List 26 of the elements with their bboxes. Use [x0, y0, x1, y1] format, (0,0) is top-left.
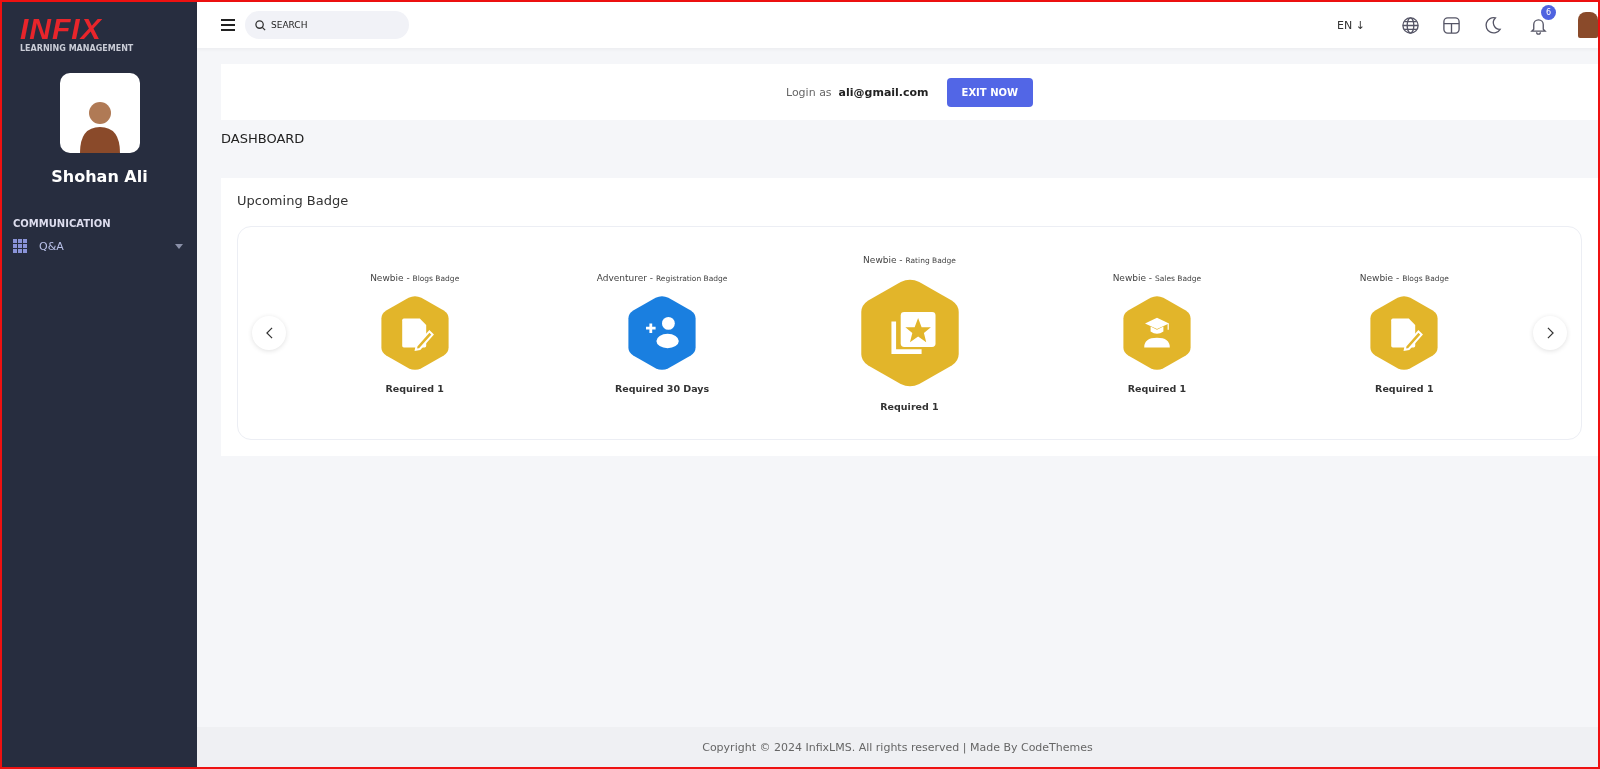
- menu-icon[interactable]: [221, 19, 235, 31]
- layout-icon[interactable]: [1442, 15, 1461, 35]
- search-field[interactable]: SEARCH: [245, 11, 409, 39]
- badge-requirement: Required 1: [880, 400, 939, 412]
- chevron-right-icon: [1546, 327, 1554, 339]
- badge-requirement: Required 30 Days: [615, 382, 710, 394]
- avatar-placeholder[interactable]: [1578, 12, 1598, 38]
- logo-subtitle: LEARNING MANAGEMENT: [20, 44, 134, 53]
- badge-requirement: Required 1: [385, 382, 444, 394]
- badge-requirement: Required 1: [1127, 382, 1187, 394]
- exit-now-button[interactable]: EXIT NOW: [946, 77, 1034, 107]
- card-title: Upcoming Badge: [237, 193, 350, 208]
- section-heading: COMMUNICATION: [13, 218, 111, 229]
- login-as-text: Login as ali@gmail.com: [785, 85, 929, 99]
- badge-requirement: Required 1: [1375, 382, 1434, 394]
- notification-count: 6: [1541, 5, 1556, 20]
- user-name: Shohan Ali: [51, 167, 148, 186]
- sidebar-item[interactable]: Q&A: [13, 239, 183, 253]
- footer-text: Copyright © 2024 InfixLMS. All rights reserved | Made By CodeThemes: [197, 727, 1598, 767]
- moon-icon[interactable]: [1483, 15, 1502, 35]
- page-title: DASHBOARD: [221, 131, 306, 146]
- language-selector[interactable]: EN ↓: [1337, 18, 1365, 32]
- logo-title: INFIX: [20, 14, 102, 44]
- grid-icon: [13, 239, 27, 253]
- globe-icon[interactable]: [1401, 15, 1420, 35]
- chevron-left-icon: [265, 327, 273, 339]
